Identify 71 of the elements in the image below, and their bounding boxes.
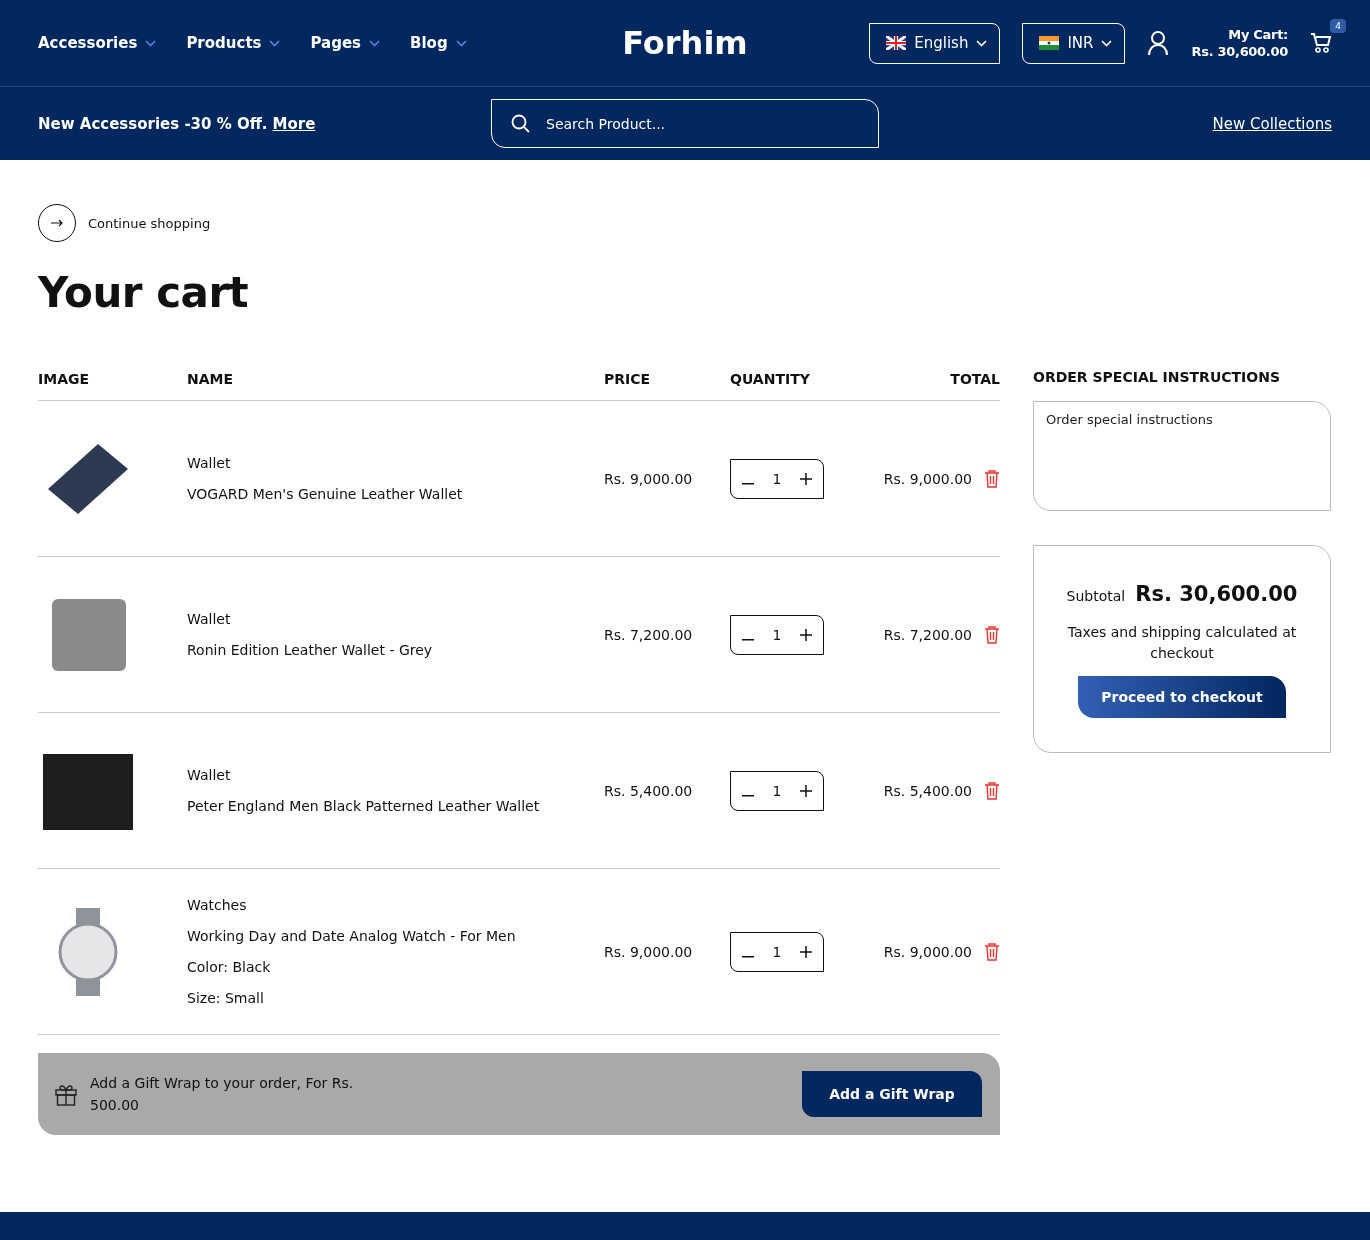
nav-menu-item[interactable]: Pages <box>310 34 381 52</box>
product-option: Size: Small <box>187 990 604 1006</box>
search-icon <box>511 114 530 133</box>
more-link[interactable]: More <box>272 114 316 133</box>
subtotal-amount: Rs. 30,600.00 <box>1135 582 1298 606</box>
trash-icon[interactable] <box>984 625 1000 644</box>
product-price: Rs. 7,200.00 <box>604 626 694 643</box>
line-total: Rs. 5,400.00 <box>883 782 972 799</box>
chevron-down-icon <box>455 39 467 47</box>
quantity-stepper[interactable]: 1 <box>730 770 824 811</box>
shipping-note: Taxes and shipping calculated at checkout <box>1066 623 1298 663</box>
language-select[interactable]: English <box>869 22 1001 64</box>
quantity-value: 1 <box>772 470 782 487</box>
add-gift-wrap-button[interactable]: Add a Gift Wrap <box>802 1071 982 1117</box>
trash-icon[interactable] <box>984 781 1000 800</box>
line-total: Rs. 7,200.00 <box>883 626 972 643</box>
quantity-value: 1 <box>772 943 782 960</box>
nav-menu-item[interactable]: Products <box>186 34 281 52</box>
flag-icon <box>886 36 907 50</box>
product-option: Color: Black <box>187 959 604 975</box>
column-header: QUANTITY <box>730 371 811 387</box>
product-name[interactable]: VOGARD Men's Genuine Leather Wallet <box>187 486 604 502</box>
promo-text: New Accessories -30 % Off. <box>38 114 268 133</box>
nav-menu-item[interactable]: Accessories <box>38 34 157 52</box>
cart-icon[interactable] <box>1310 32 1332 54</box>
site-logo[interactable]: Forhim <box>622 24 748 62</box>
continue-shopping-link[interactable]: Continue shopping <box>38 204 211 242</box>
product-name[interactable]: Working Day and Date Analog Watch - For Men <box>187 928 604 944</box>
subtotal-label: Subtotal <box>1066 588 1126 604</box>
new-collections-link[interactable]: New Collections <box>1212 114 1332 133</box>
chevron-down-icon <box>369 39 381 47</box>
trash-icon[interactable] <box>984 942 1000 961</box>
line-total: Rs. 9,000.00 <box>883 943 972 960</box>
product-price: Rs. 9,000.00 <box>604 470 694 487</box>
column-header: IMAGE <box>38 371 91 387</box>
product-price: Rs. 9,000.00 <box>604 943 694 960</box>
chevron-down-icon <box>269 39 281 47</box>
product-price: Rs. 5,400.00 <box>604 782 694 799</box>
gift-icon <box>54 1082 78 1106</box>
currency-select[interactable]: INR <box>1022 22 1126 64</box>
chevron-down-icon <box>1101 39 1113 47</box>
checkout-button[interactable]: Proceed to checkout <box>1078 676 1286 718</box>
quantity-value: 1 <box>772 626 782 643</box>
cart-count-badge: 4 <box>1330 19 1346 33</box>
cart-label: My Cart: <box>1228 26 1288 43</box>
line-total: Rs. 9,000.00 <box>883 470 972 487</box>
page-title: Your cart <box>38 268 250 317</box>
product-category: Wallet <box>187 767 232 783</box>
search-field[interactable]: Search Product... <box>491 99 879 148</box>
quantity-stepper[interactable]: 1 <box>730 931 824 972</box>
cart-amount: Rs. 30,600.00 <box>1191 43 1288 60</box>
user-icon[interactable] <box>1147 30 1170 56</box>
quantity-stepper[interactable]: 1 <box>730 458 824 499</box>
trash-icon[interactable] <box>984 469 1000 488</box>
chevron-down-icon <box>976 39 988 47</box>
product-name[interactable]: Ronin Edition Leather Wallet - Grey <box>187 642 604 658</box>
column-header: NAME <box>187 371 235 387</box>
chevron-down-icon <box>145 39 157 47</box>
flag-icon <box>1039 36 1060 50</box>
product-name[interactable]: Peter England Men Black Patterned Leather Wallet <box>187 798 604 814</box>
instructions-title: ORDER SPECIAL INSTRUCTIONS <box>1033 369 1281 385</box>
column-header: PRICE <box>604 371 652 387</box>
product-category: Watches <box>187 897 248 913</box>
instructions-field[interactable]: Order special instructions <box>1033 401 1331 511</box>
gift-wrap-text: Add a Gift Wrap to your order, For Rs. 500.00 <box>90 1074 355 1115</box>
column-header: TOTAL <box>950 371 1000 387</box>
quantity-value: 1 <box>772 782 782 799</box>
nav-menu-item[interactable]: Blog <box>410 34 467 52</box>
product-category: Wallet <box>187 455 232 471</box>
product-category: Wallet <box>187 611 232 627</box>
quantity-stepper[interactable]: 1 <box>730 614 824 655</box>
